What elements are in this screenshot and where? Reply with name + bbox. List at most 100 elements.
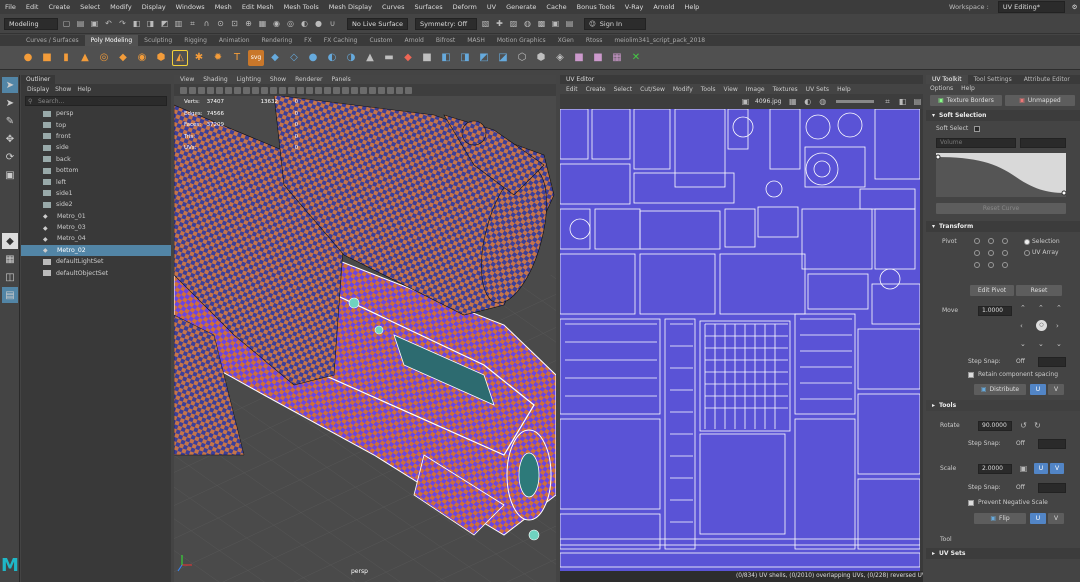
live-surface-field[interactable]: No Live Surface <box>347 17 409 30</box>
tools-subsection[interactable]: ▸ Tools <box>926 400 1080 411</box>
uv-canvas[interactable] <box>560 109 920 571</box>
soft-selection-section[interactable]: ▾ Soft Selection <box>926 110 1080 121</box>
menu-item-bonus-tools[interactable]: Bonus Tools <box>572 3 620 11</box>
checker-icon[interactable]: ▦ <box>787 96 798 107</box>
exposure-slider[interactable] <box>836 100 874 103</box>
isolate-icon[interactable] <box>342 86 349 94</box>
rotate-value-field[interactable]: 90.0000 <box>978 421 1012 431</box>
outliner-item[interactable]: ◆ Metro_01 <box>21 211 171 222</box>
uv-unfold-icon[interactable]: ✕ <box>628 50 644 66</box>
magnet-icon[interactable]: ∪ <box>327 18 338 29</box>
uv-menu-tools[interactable]: Tools <box>701 86 716 93</box>
poly-type-icon[interactable]: T <box>229 50 245 66</box>
shaded-icon[interactable]: ◧ <box>897 96 908 107</box>
move-up-icon[interactable]: ⌃ <box>1038 304 1044 312</box>
menu-item-create[interactable]: Create <box>43 3 75 11</box>
film-gate-icon[interactable] <box>216 86 223 94</box>
backface-icon[interactable] <box>378 86 385 94</box>
outliner-item[interactable]: ◆ Metro_03 <box>21 222 171 233</box>
scale-step-field[interactable] <box>1038 483 1066 493</box>
outliner-menu-display[interactable]: Display <box>27 86 49 93</box>
shelf-tab-animation[interactable]: Animation <box>213 35 256 46</box>
uv-menu-edit[interactable]: Edit <box>566 86 578 93</box>
retain-spacing-checkbox[interactable] <box>968 372 974 378</box>
dim-icon[interactable]: ◐ <box>802 96 813 107</box>
menu-item-surfaces[interactable]: Surfaces <box>410 3 448 11</box>
rotate-step-field[interactable] <box>1038 439 1066 449</box>
antialias-icon[interactable] <box>333 86 340 94</box>
viewport-panel[interactable]: View Shading Lighting Show Renderer Panels Ve… <box>174 75 556 582</box>
outliner-item[interactable]: side2 <box>21 199 171 210</box>
outliner-item[interactable]: defaultLightSet <box>21 256 171 267</box>
snapshot-icon[interactable]: ▤ <box>564 18 575 29</box>
separate-icon[interactable]: ◇ <box>286 50 302 66</box>
outliner-menu-show[interactable]: Show <box>55 86 71 93</box>
viewport-menu-panels[interactable]: Panels <box>331 76 350 83</box>
menu-item-generate[interactable]: Generate <box>501 3 541 11</box>
menu-item-windows[interactable]: Windows <box>171 3 210 11</box>
move-left-icon[interactable]: ‹ <box>1020 322 1023 330</box>
uv-menu-help[interactable]: Help <box>837 86 851 93</box>
shelf-tab-arnold[interactable]: Arnold <box>398 35 429 46</box>
reset-curve-button[interactable]: Reset Curve <box>936 203 1066 214</box>
edit-pivot-button[interactable]: Edit Pivot <box>970 285 1014 296</box>
ambient-icon[interactable] <box>324 86 331 94</box>
menu-item-help[interactable]: Help <box>679 3 704 11</box>
auto-map-icon[interactable]: ■ <box>590 50 606 66</box>
menu-item-modify[interactable]: Modify <box>105 3 137 11</box>
outliner-item[interactable]: defaultObjectSet <box>21 267 171 278</box>
shelf-tab-fx-caching[interactable]: FX Caching <box>318 35 364 46</box>
texture-borders-button[interactable]: ▣ Texture Borders <box>930 95 1002 106</box>
resolution-gate-icon[interactable] <box>225 86 232 94</box>
reset-pivot-button[interactable]: Reset <box>1016 285 1062 296</box>
colorspace-icon[interactable] <box>405 86 412 94</box>
image-icon[interactable]: ▣ <box>740 96 751 107</box>
paint-select-icon[interactable]: ✎ <box>2 113 18 129</box>
menu-item-cache[interactable]: Cache <box>541 3 571 11</box>
collapse-icon[interactable]: ⬡ <box>514 50 530 66</box>
snap-grid-icon[interactable]: ⌗ <box>187 18 198 29</box>
hypershade-icon[interactable]: ● <box>313 18 324 29</box>
grid-icon[interactable]: ⌗ <box>882 96 893 107</box>
mirror-icon[interactable]: ◑ <box>343 50 359 66</box>
scale-lock-icon[interactable]: ▣ <box>1018 463 1029 474</box>
four-view-icon[interactable]: ▦ <box>2 251 18 267</box>
smooth-icon[interactable] <box>270 86 277 94</box>
select-object-icon[interactable]: ◨ <box>145 18 156 29</box>
conform-icon[interactable]: ⬢ <box>533 50 549 66</box>
sculpt-icon[interactable]: ◍ <box>522 18 533 29</box>
menu-item-display[interactable]: Display <box>137 3 171 11</box>
multi-cut-icon[interactable]: ◧ <box>438 50 454 66</box>
boolean-icon[interactable]: ◐ <box>324 50 340 66</box>
panel-tab-tool-settings[interactable]: Tool Settings <box>968 75 1018 84</box>
menu-item-file[interactable]: File <box>0 3 21 11</box>
poly-plane-icon[interactable]: ◆ <box>115 50 131 66</box>
shelf-tab-curves-surfaces[interactable]: Curves / Surfaces <box>20 35 85 46</box>
sphere-gear-icon[interactable]: ✹ <box>210 50 226 66</box>
workspace-dropdown[interactable]: UV Editing* <box>997 1 1065 13</box>
shelf-tab-motion-graphics[interactable]: Motion Graphics <box>491 35 552 46</box>
snap-view-icon[interactable]: ⊡ <box>229 18 240 29</box>
xray-icon[interactable]: ▧ <box>480 18 491 29</box>
select-component-icon[interactable]: ◩ <box>159 18 170 29</box>
render-settings-icon[interactable]: ◐ <box>299 18 310 29</box>
move-tool-icon[interactable]: ✥ <box>2 131 18 147</box>
menu-item-deform[interactable]: Deform <box>448 3 482 11</box>
insert-loop-icon[interactable]: ◨ <box>457 50 473 66</box>
lock-icon[interactable] <box>189 86 196 94</box>
shadows-icon[interactable] <box>315 86 322 94</box>
move-value-field[interactable]: 1.0000 <box>978 306 1012 316</box>
flip-u-button[interactable]: U <box>1030 513 1046 524</box>
outliner-item[interactable]: side1 <box>21 188 171 199</box>
settings-icon[interactable]: ⚙ <box>1069 2 1080 13</box>
wireframe-icon[interactable] <box>261 86 268 94</box>
soft-select-checkbox[interactable] <box>974 126 980 132</box>
menu-item-mesh[interactable]: Mesh <box>210 3 237 11</box>
menu-item-uv[interactable]: UV <box>482 3 501 11</box>
move-down-right-icon[interactable]: ⌄ <box>1056 340 1062 348</box>
uv-toolkit-menu-options[interactable]: Options <box>930 85 953 92</box>
grid-icon[interactable] <box>252 86 259 94</box>
select-hierarchy-icon[interactable]: ◧ <box>131 18 142 29</box>
menu-item-edit[interactable]: Edit <box>21 3 44 11</box>
snap-point-icon[interactable]: ⊙ <box>215 18 226 29</box>
